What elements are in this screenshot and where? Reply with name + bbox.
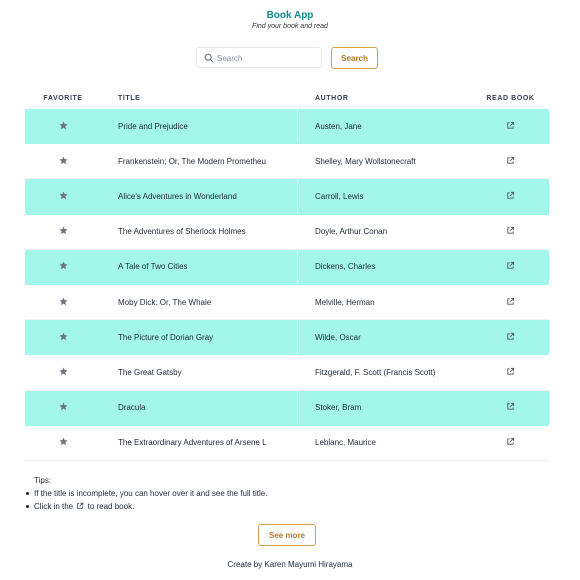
favorite-cell [25, 320, 101, 354]
read-book-cell [472, 144, 549, 178]
external-link-icon[interactable] [506, 332, 515, 343]
tips-section: Tips: If the title is incomplete, you ca… [26, 475, 267, 513]
star-icon[interactable] [58, 191, 68, 202]
title-cell: Pride and Prejudice [101, 109, 298, 144]
author-cell: Austen, Jane [315, 121, 362, 131]
favorite-cell [25, 179, 101, 213]
star-icon[interactable] [58, 402, 68, 413]
search-box[interactable] [196, 47, 322, 68]
table-header: FAVORITE TITLE AUTHOR READ BOOK [25, 87, 549, 109]
favorite-cell [25, 250, 101, 284]
author-cell: Stoker, Bram [315, 403, 362, 413]
read-book-cell [472, 320, 549, 354]
external-link-icon [77, 502, 84, 509]
tips-title: Tips: [34, 476, 52, 485]
external-link-icon[interactable] [506, 191, 515, 202]
title-cell: Alice's Adventures in Wonderland [101, 179, 298, 214]
read-book-cell [472, 179, 549, 213]
tip-text: If the title is incomplete, you can hove… [34, 489, 268, 498]
title-cell: The Adventures of Sherlock Holmes [101, 214, 298, 249]
table-row: The Picture of Dorian Gray Wilde, Oscar [25, 320, 549, 356]
search-bar: Search [196, 47, 386, 69]
title-cell: A Tale of Two Cities [101, 249, 298, 284]
tip-item: If the title is incomplete, you can hove… [26, 487, 267, 500]
read-book-cell [472, 391, 549, 425]
table-row: Frankenstein; Or, The Modern Prometheu Sh… [25, 144, 549, 180]
column-header-read-book: READ BOOK [486, 94, 535, 102]
external-link-icon[interactable] [506, 261, 515, 272]
author-cell: Fitzgerald, F. Scott (Francis Scott) [315, 367, 436, 377]
read-book-cell [472, 285, 549, 319]
external-link-icon[interactable] [506, 367, 515, 378]
tip-item: Click in the to read book. [26, 500, 267, 513]
read-book-cell [472, 355, 549, 389]
app-header: Book App Find your book and read [0, 9, 580, 31]
favorite-cell [25, 215, 101, 249]
footer-credit: Create by Karen Mayumi Hirayama [227, 560, 353, 569]
read-book-cell [472, 250, 549, 284]
table-body: Pride and Prejudice Austen, Jane Frankenst… [25, 109, 549, 461]
author-cell: Leblanc, Maurice [315, 438, 376, 448]
tip-text-before: Click in the [34, 502, 74, 511]
read-book-cell [472, 215, 549, 249]
title-cell: The Great Gatsby [101, 355, 298, 390]
title-cell: Frankenstein; Or, The Modern Prometheu [101, 144, 298, 179]
favorite-cell [25, 109, 101, 143]
author-cell: Dickens, Charles [315, 262, 376, 272]
table-row: Pride and Prejudice Austen, Jane [25, 109, 549, 145]
external-link-icon[interactable] [506, 402, 515, 413]
favorite-cell [25, 285, 101, 319]
table-row: The Adventures of Sherlock Holmes Doyle, … [25, 214, 549, 250]
table-row: A Tale of Two Cities Dickens, Charles [25, 249, 549, 285]
app-subtitle: Find your book and read [252, 23, 328, 30]
see-more-button[interactable]: See more [258, 524, 316, 546]
external-link-icon[interactable] [506, 297, 515, 308]
title-cell: Moby Dick; Or, The Whale [101, 284, 298, 320]
title-cell: The Picture of Dorian Gray [101, 320, 298, 355]
tips-list: If the title is incomplete, you can hove… [26, 487, 267, 513]
author-cell: Doyle, Arthur Conan [315, 227, 388, 237]
star-icon[interactable] [58, 261, 68, 272]
external-link-icon[interactable] [506, 226, 515, 237]
column-header-favorite: FAVORITE [43, 94, 83, 102]
table-row: The Extraordinary Adventures of Arsene L… [25, 425, 549, 461]
table-row: Alice's Adventures in Wonderland Carroll,… [25, 179, 549, 215]
star-icon[interactable] [58, 297, 68, 308]
star-icon[interactable] [58, 226, 68, 237]
title-cell: Dracula [101, 390, 298, 425]
favorite-cell [25, 355, 101, 389]
read-book-cell [472, 426, 549, 460]
tip-text-after: to read book. [87, 502, 135, 511]
app-title: Book App [266, 10, 314, 21]
column-header-title: TITLE [118, 94, 141, 102]
external-link-icon[interactable] [506, 156, 515, 167]
star-icon[interactable] [58, 121, 68, 132]
read-book-cell [472, 109, 549, 143]
star-icon[interactable] [58, 332, 68, 343]
search-input[interactable] [217, 50, 317, 66]
search-icon [204, 53, 214, 63]
books-table: FAVORITE TITLE AUTHOR READ BOOK Pride an… [25, 87, 549, 461]
table-row: Moby Dick; Or, The Whale Melville, Herman [25, 284, 549, 321]
star-icon[interactable] [58, 367, 68, 378]
favorite-cell [25, 391, 101, 425]
favorite-cell [25, 426, 101, 460]
author-cell: Carroll, Lewis [315, 191, 364, 201]
star-icon[interactable] [58, 156, 68, 167]
column-header-author: AUTHOR [315, 94, 349, 102]
star-icon[interactable] [58, 437, 68, 448]
external-link-icon[interactable] [506, 437, 515, 448]
external-link-icon[interactable] [506, 121, 515, 132]
title-cell: The Extraordinary Adventures of Arsene L [101, 425, 298, 460]
author-cell: Wilde, Oscar [315, 332, 361, 342]
table-row: The Great Gatsby Fitzgerald, F. Scott (Fr… [25, 355, 549, 391]
table-row: Dracula Stoker, Bram [25, 390, 549, 426]
search-button[interactable]: Search [331, 47, 378, 69]
author-cell: Melville, Herman [315, 297, 375, 307]
author-cell: Shelley, Mary Wollstonecraft [315, 156, 416, 166]
favorite-cell [25, 144, 101, 178]
